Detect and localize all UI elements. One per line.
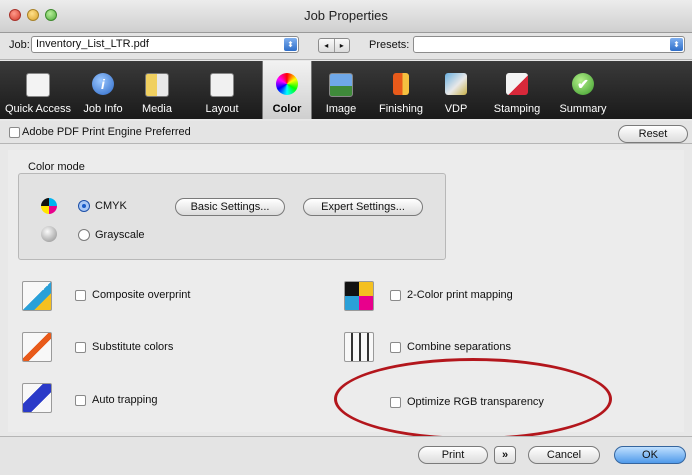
cmyk-label: CMYK: [95, 200, 127, 212]
color-mode-title: Color mode: [28, 161, 85, 173]
tab-label: Job Info: [83, 103, 123, 115]
tab-quick-access[interactable]: Quick Access: [2, 61, 74, 119]
print-menu-button[interactable]: »: [494, 446, 516, 464]
two-color-mapping-icon: [344, 281, 374, 311]
tab-label: Layout: [205, 103, 239, 115]
stamping-icon: [506, 73, 528, 95]
composite-overprint-checkbox[interactable]: [75, 290, 86, 301]
tab-label: Quick Access: [4, 103, 72, 115]
quick-access-icon: [26, 73, 50, 97]
tab-color[interactable]: Color: [262, 61, 312, 119]
window-title: Job Properties: [304, 8, 388, 23]
substitute-colors-label: Substitute colors: [92, 341, 174, 353]
substitute-colors-checkbox[interactable]: [75, 342, 86, 353]
info-icon: i: [92, 73, 114, 95]
tab-label: Image: [325, 103, 357, 115]
finishing-icon: [393, 73, 409, 95]
print-button[interactable]: Print: [418, 446, 488, 464]
job-select[interactable]: Inventory_List_LTR.pdf ⬍: [31, 36, 299, 53]
composite-overprint-icon: [22, 281, 52, 311]
tab-summary[interactable]: ✔ Summary: [552, 61, 614, 119]
cancel-button[interactable]: Cancel: [528, 446, 600, 464]
tab-layout[interactable]: Layout: [182, 61, 262, 119]
popup-arrows-icon: ⬍: [670, 38, 683, 51]
tab-image[interactable]: Image: [316, 61, 366, 119]
combine-separations-checkbox[interactable]: [390, 342, 401, 353]
grayscale-label: Grayscale: [95, 229, 145, 241]
basic-settings-button[interactable]: Basic Settings...: [175, 198, 285, 216]
color-mode-group: [18, 173, 446, 260]
tab-label: Media: [142, 103, 172, 115]
two-color-mapping-label: 2-Color print mapping: [407, 289, 513, 301]
tab-media[interactable]: Media: [132, 61, 182, 119]
job-nav-arrows[interactable]: ◂ ▸: [318, 38, 350, 53]
ok-button[interactable]: OK: [614, 446, 686, 464]
tab-stamping[interactable]: Stamping: [486, 61, 548, 119]
popup-arrows-icon: ⬍: [284, 38, 297, 51]
tab-vdp[interactable]: VDP: [432, 61, 480, 119]
reset-button[interactable]: Reset: [618, 125, 688, 143]
layout-icon: [210, 73, 234, 97]
presets-select[interactable]: ⬍: [413, 36, 685, 53]
tab-label: Stamping: [493, 103, 541, 115]
substitute-colors-icon: [22, 332, 52, 362]
vdp-icon: [445, 73, 467, 95]
optimize-rgb-checkbox[interactable]: [390, 397, 401, 408]
color-wheel-icon: [276, 73, 298, 95]
previous-job-button[interactable]: ◂: [319, 39, 335, 52]
job-label: Job:: [9, 39, 30, 51]
expert-settings-button[interactable]: Expert Settings...: [303, 198, 423, 216]
tab-label: Summary: [559, 103, 607, 115]
tab-label: Finishing: [378, 103, 424, 115]
adobe-engine-label: Adobe PDF Print Engine Preferred: [22, 126, 191, 138]
tab-label: Color: [272, 103, 302, 115]
optimize-rgb-label: Optimize RGB transparency: [407, 396, 544, 408]
cmyk-icon: [41, 198, 57, 214]
combine-separations-label: Combine separations: [407, 341, 511, 353]
grayscale-icon: [41, 226, 57, 242]
two-color-mapping-checkbox[interactable]: [390, 290, 401, 301]
media-icon: [145, 73, 169, 97]
tab-job-info[interactable]: i Job Info: [74, 61, 132, 119]
toolbar: Quick Access i Job Info Media Layout Col…: [0, 61, 692, 119]
auto-trapping-label: Auto trapping: [92, 394, 158, 406]
job-select-value: Inventory_List_LTR.pdf: [36, 38, 149, 50]
tab-finishing[interactable]: Finishing: [370, 61, 432, 119]
grayscale-radio[interactable]: [78, 229, 90, 241]
cmyk-radio[interactable]: [78, 200, 90, 212]
summary-check-icon: ✔: [572, 73, 594, 95]
auto-trapping-checkbox[interactable]: [75, 395, 86, 406]
image-icon: [329, 73, 353, 97]
next-job-button[interactable]: ▸: [335, 39, 350, 52]
composite-overprint-label: Composite overprint: [92, 289, 191, 301]
tab-label: VDP: [444, 103, 468, 115]
auto-trapping-icon: [22, 383, 52, 413]
title-bar: Job Properties: [0, 0, 692, 33]
adobe-engine-checkbox[interactable]: [9, 127, 20, 138]
combine-separations-icon: [344, 332, 374, 362]
presets-label: Presets:: [369, 39, 410, 51]
